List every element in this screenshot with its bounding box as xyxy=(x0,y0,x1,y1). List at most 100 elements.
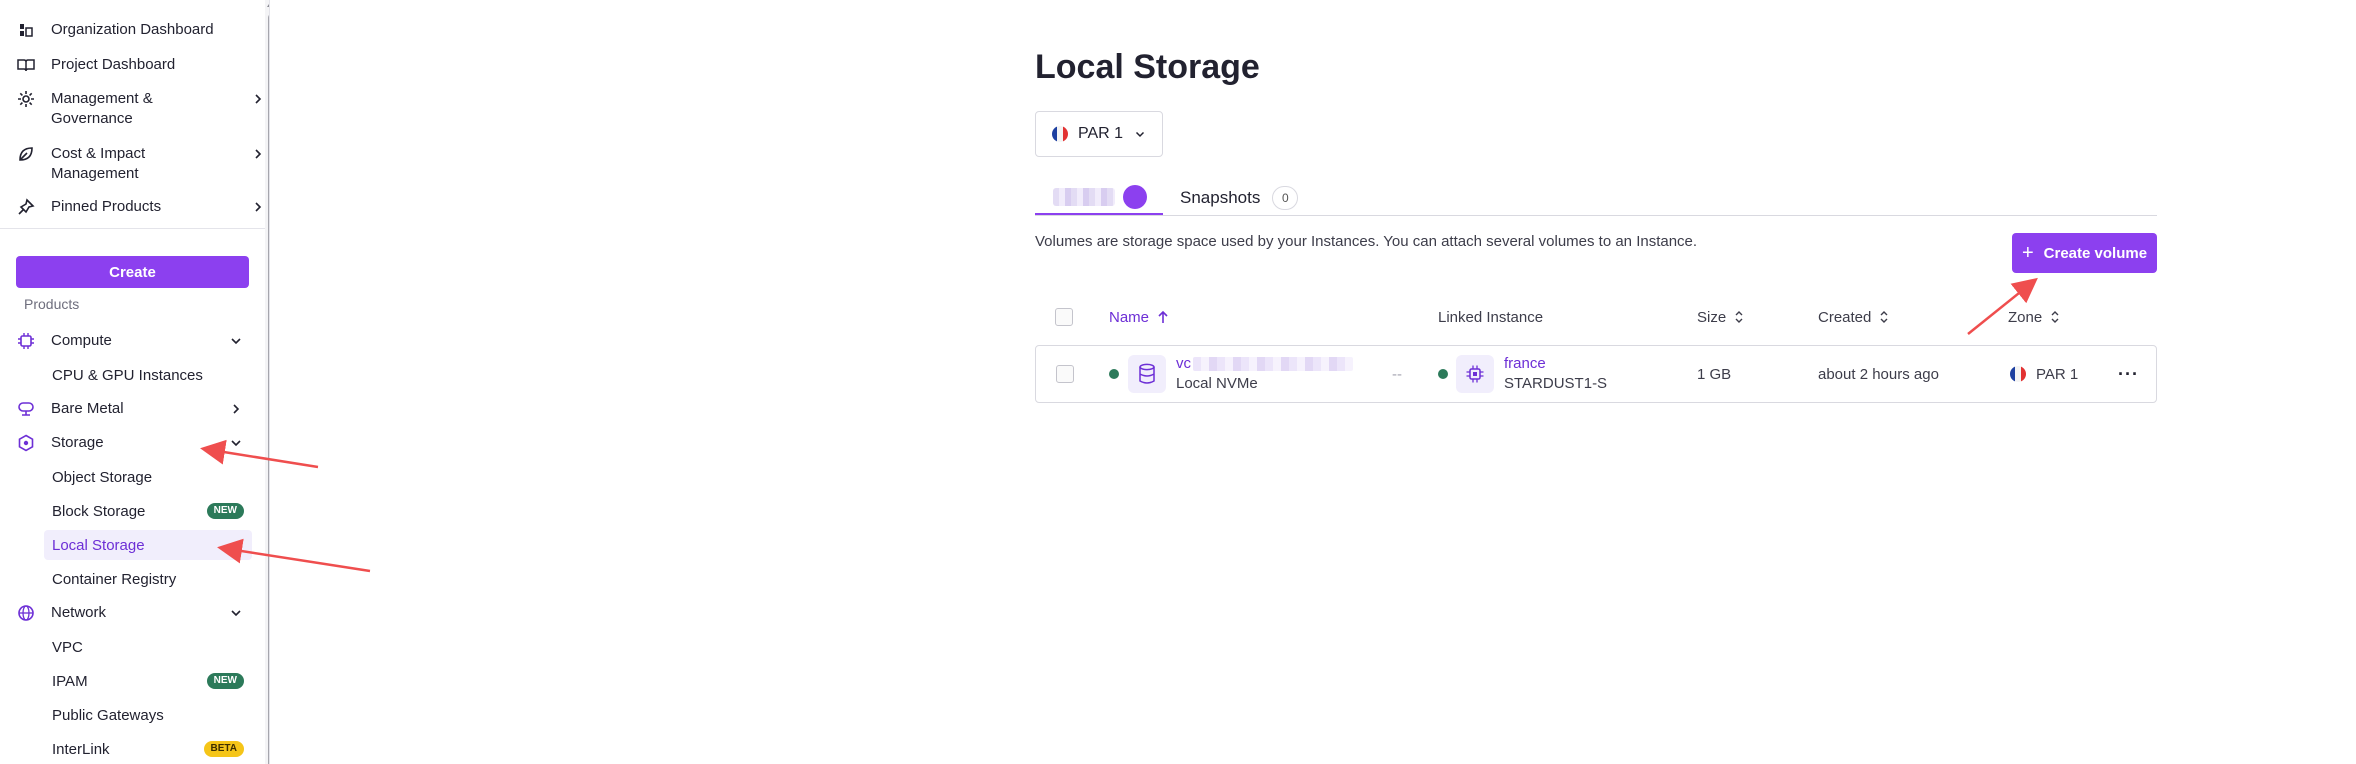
hexagon-icon xyxy=(16,433,36,453)
sidebar-item-label: Organization Dashboard xyxy=(51,21,214,38)
chevron-right-icon xyxy=(250,89,266,109)
sidebar-item-label: Compute xyxy=(51,332,112,349)
tab-label: Snapshots xyxy=(1180,188,1261,207)
volume-type: Local NVMe xyxy=(1176,375,1258,392)
zone-selector-value: PAR 1 xyxy=(1078,125,1124,142)
sidebar-item-label: Storage xyxy=(51,434,104,451)
sidebar-item-pinned-products[interactable]: Pinned Products xyxy=(16,197,266,217)
size-cell: 1 GB xyxy=(1697,365,1732,383)
sidebar-item-project-dashboard[interactable]: Project Dashboard xyxy=(16,55,252,75)
sidebar-item-label: Container Registry xyxy=(52,570,177,588)
column-header-label: Created xyxy=(1818,308,1872,326)
instance-status-dot xyxy=(1438,346,1448,402)
database-icon xyxy=(1128,355,1166,393)
zone-selector[interactable]: PAR 1 xyxy=(1035,111,1163,157)
products-section-label: Products xyxy=(24,296,80,312)
volume-name-link[interactable]: vc xyxy=(1176,355,1191,372)
sidebar-divider xyxy=(0,228,265,229)
book-icon xyxy=(16,55,36,75)
table-header: Name Linked Instance Size Created Zone xyxy=(1035,305,2157,329)
sidebar-item-ipam[interactable]: IPAM NEW xyxy=(44,666,252,696)
instance-type: STARDUST1-S xyxy=(1504,375,1608,392)
sort-icon xyxy=(2050,310,2060,324)
sidebar-scrollbar-thumb[interactable] xyxy=(268,14,269,764)
leaf-icon xyxy=(16,144,36,164)
sidebar-item-object-storage[interactable]: Object Storage xyxy=(44,462,252,492)
sidebar-item-management-governance[interactable]: Management & Governance xyxy=(16,89,266,129)
column-header-name[interactable]: Name xyxy=(1109,305,1169,329)
sidebar-item-compute[interactable]: Compute xyxy=(16,331,244,351)
page-title: Local Storage xyxy=(1035,48,1260,86)
sidebar-item-vpc[interactable]: VPC xyxy=(44,632,252,662)
sidebar-item-bare-metal[interactable]: Bare Metal xyxy=(16,399,244,419)
sidebar-item-public-gateways[interactable]: Public Gateways xyxy=(44,700,252,730)
column-header-linked-instance: Linked Instance xyxy=(1438,305,1543,329)
instance-name-link[interactable]: france xyxy=(1504,354,1607,374)
sidebar-item-network[interactable]: Network xyxy=(16,603,244,623)
column-header-created[interactable]: Created xyxy=(1818,305,1889,329)
chevron-down-icon xyxy=(228,331,244,351)
sidebar-item-label: Cost & Impact Management xyxy=(51,145,146,182)
new-badge: NEW xyxy=(206,673,244,689)
chevron-down-icon xyxy=(228,603,244,623)
sidebar-item-label: Public Gateways xyxy=(52,706,164,724)
plus-icon: + xyxy=(2021,241,2034,264)
create-volume-button[interactable]: + Create volume xyxy=(2012,233,2157,273)
gear-icon xyxy=(16,89,36,109)
chip-icon xyxy=(1456,355,1494,393)
page-description: Volumes are storage space used by your I… xyxy=(1035,233,1698,250)
row-actions-icon[interactable]: ··· xyxy=(2118,346,2139,402)
chevron-right-icon xyxy=(250,144,266,164)
create-volume-label: Create volume xyxy=(2043,244,2148,262)
chevron-down-icon xyxy=(1135,131,1145,138)
sidebar-item-label: Network xyxy=(51,604,107,621)
chevron-right-icon xyxy=(228,399,244,419)
chevron-right-icon xyxy=(250,197,266,217)
sidebar-item-label: Object Storage xyxy=(52,468,153,486)
sidebar-item-label: Local Storage xyxy=(52,536,145,554)
snapshots-count-badge: 0 xyxy=(1272,186,1299,210)
tabs-divider xyxy=(1035,215,2157,216)
column-header-label: Size xyxy=(1697,308,1727,326)
column-header-label: Zone xyxy=(2008,308,2043,326)
sort-icon xyxy=(1879,310,1889,324)
volume-name-cell[interactable]: vc Local NVMe xyxy=(1176,346,1353,402)
select-all-checkbox[interactable] xyxy=(1055,305,1073,329)
tab-volumes[interactable] xyxy=(1035,180,1163,216)
sidebar-item-block-storage[interactable]: Block Storage NEW xyxy=(44,496,252,526)
column-header-zone[interactable]: Zone xyxy=(2008,305,2060,329)
tab-count-pill xyxy=(1123,184,1147,209)
column-header-label: Linked Instance xyxy=(1438,308,1544,326)
sidebar-item-label: IPAM xyxy=(52,672,88,690)
table-row[interactable]: vc Local NVMe -- france STARDUST1-S 1 GB… xyxy=(1035,345,2157,403)
sidebar-item-cpu-gpu-instances[interactable]: CPU & GPU Instances xyxy=(44,360,252,390)
france-flag-icon xyxy=(2010,366,2026,382)
tab-snapshots[interactable]: Snapshots 0 xyxy=(1180,182,1299,214)
sidebar-item-label: Bare Metal xyxy=(51,400,124,417)
sidebar-item-organization-dashboard[interactable]: Organization Dashboard xyxy=(16,20,252,40)
sort-ascending-icon xyxy=(1157,310,1169,324)
redacted-tab-label xyxy=(1053,187,1115,206)
scroll-up-arrow-icon[interactable] xyxy=(267,1,269,7)
sidebar-item-local-storage[interactable]: Local Storage xyxy=(44,530,252,560)
chip-icon xyxy=(16,331,36,351)
pin-icon xyxy=(16,197,36,217)
zone-value: PAR 1 xyxy=(2036,365,2079,383)
row-checkbox[interactable] xyxy=(1056,346,1074,402)
server-icon xyxy=(16,399,36,419)
linked-instance-cell[interactable]: france STARDUST1-S xyxy=(1504,346,1607,402)
column-header-label: Name xyxy=(1109,308,1150,326)
france-flag-icon xyxy=(1052,126,1068,142)
sidebar: Organization Dashboard Project Dashboard… xyxy=(0,0,270,764)
sidebar-item-container-registry[interactable]: Container Registry xyxy=(44,564,252,594)
sidebar-item-storage[interactable]: Storage xyxy=(16,433,244,453)
beta-badge: BETA xyxy=(203,741,244,757)
sidebar-item-label: VPC xyxy=(52,638,83,656)
organization-icon xyxy=(16,20,36,40)
column-header-size[interactable]: Size xyxy=(1697,305,1744,329)
new-badge: NEW xyxy=(206,503,244,519)
sidebar-item-label: Block Storage xyxy=(52,502,146,520)
sidebar-item-cost-impact[interactable]: Cost & Impact Management xyxy=(16,144,266,184)
sidebar-item-interlink[interactable]: InterLink BETA xyxy=(44,734,252,764)
create-button[interactable]: Create xyxy=(16,256,249,288)
